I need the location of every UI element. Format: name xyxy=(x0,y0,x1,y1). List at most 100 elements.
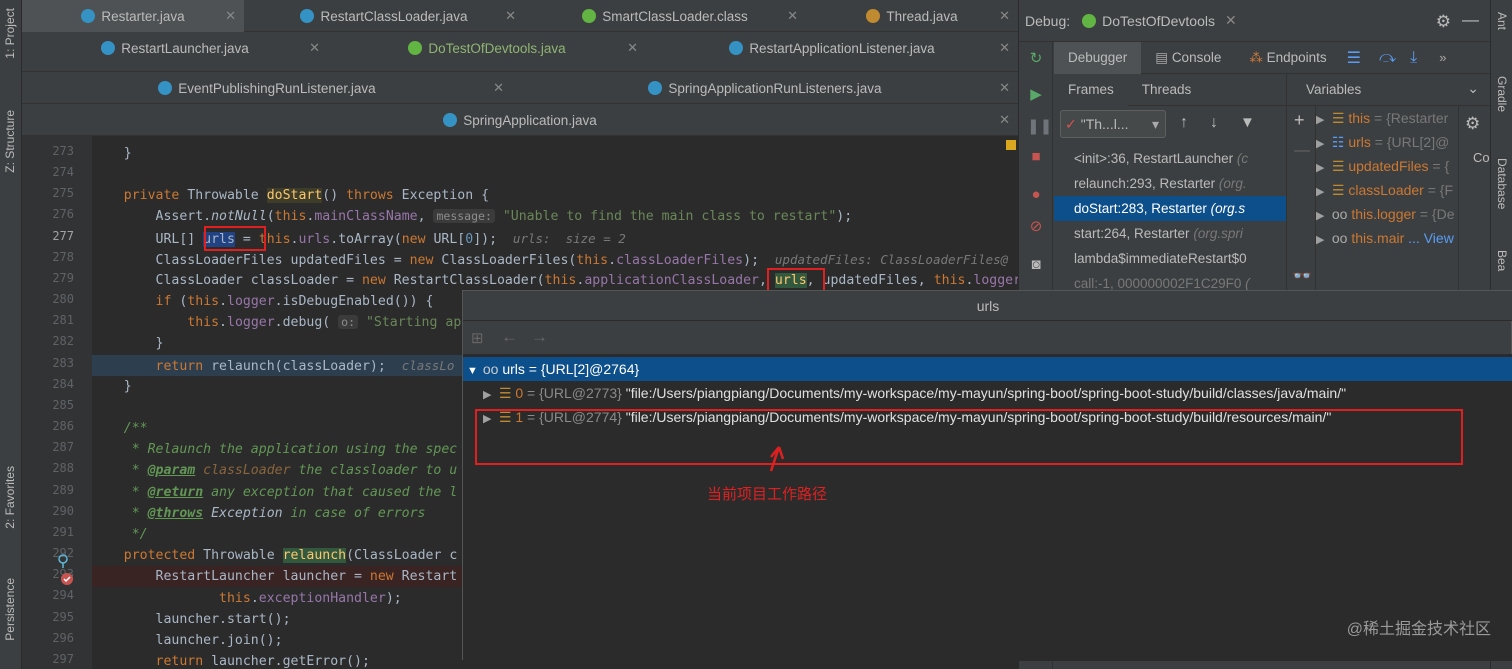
tab-debugger[interactable]: Debugger xyxy=(1054,41,1142,74)
arrow-down-icon[interactable]: ↓ xyxy=(1210,114,1218,132)
gear-icon[interactable]: ⚙ xyxy=(1465,114,1480,134)
back-arrow-icon[interactable]: ← xyxy=(501,327,518,347)
resume-icon[interactable]: ▶ xyxy=(1027,86,1045,104)
watch-icon: oo xyxy=(1331,206,1348,222)
project-tool-tab[interactable]: 1: Project xyxy=(3,8,17,59)
glasses-icon[interactable]: 👓 xyxy=(1292,266,1312,286)
tab-threads[interactable]: Threads xyxy=(1128,74,1206,106)
tree-item-row[interactable]: ▶ ☰ 0 = {URL@2773} "file:/Users/piangpia… xyxy=(463,381,1512,405)
step-over-icon[interactable]: ⤼ xyxy=(1379,49,1396,67)
highlight-box-url-items xyxy=(475,409,1463,465)
frames-list: ✓ "Th...l... ▾ ↑ ↓ ▼ <init>:36, RestartLau… xyxy=(1054,106,1286,306)
thread-select[interactable]: ✓ "Th...l... ▾ xyxy=(1060,110,1166,138)
close-icon[interactable]: ✕ xyxy=(225,8,236,24)
view-breakpoints-icon[interactable]: ● xyxy=(1027,186,1045,204)
java-class-icon xyxy=(101,41,116,55)
gradle-tool-tab[interactable]: Gradle xyxy=(1495,76,1509,112)
remove-watch-icon[interactable]: — xyxy=(1294,142,1310,160)
tab-restartapplicationlistener[interactable]: RestartApplicationListener.java ✕ xyxy=(646,32,1018,64)
close-icon[interactable]: ✕ xyxy=(999,80,1010,96)
expand-arrow-icon[interactable]: ▶ xyxy=(1316,204,1328,226)
close-icon[interactable]: ✕ xyxy=(787,8,798,24)
line-number: 277 xyxy=(52,229,74,243)
expand-arrow-icon[interactable]: ▶ xyxy=(1316,228,1328,250)
frame-item[interactable]: lambda$immediateRestart$0 xyxy=(1054,246,1286,271)
tab-restartlauncher[interactable]: RestartLauncher.java ✕ xyxy=(22,32,328,64)
pause-icon[interactable]: ❚❚ xyxy=(1027,118,1052,136)
arrow-up-icon[interactable]: ↑ xyxy=(1180,114,1188,132)
frames-subtabs: Frames Threads Variables ⌄ xyxy=(1054,73,1491,106)
close-icon[interactable]: ✕ xyxy=(999,112,1010,128)
expand-arrow-icon[interactable]: ▶ xyxy=(1316,132,1328,154)
close-icon[interactable]: ✕ xyxy=(1225,12,1237,29)
tab-frames[interactable]: Frames xyxy=(1054,73,1128,106)
expand-arrow-icon[interactable]: ▶ xyxy=(483,383,495,407)
tab-restarter[interactable]: Restarter.java ✕ xyxy=(22,0,244,32)
line-number: 282 xyxy=(52,334,74,348)
interface-icon xyxy=(582,9,597,23)
line-number: 289 xyxy=(52,483,74,497)
persistence-tool-tab[interactable]: Persistence xyxy=(3,578,17,641)
line-number: 288 xyxy=(52,461,74,475)
rerun-icon[interactable]: ↻ xyxy=(1027,50,1045,68)
tab-restartclassloader[interactable]: RestartClassLoader.java ✕ xyxy=(244,0,524,32)
tab-springapplicationrunlisteners[interactable]: SpringApplicationRunListeners.java ✕ xyxy=(512,72,1018,104)
tab-label: EventPublishingRunListener.java xyxy=(178,80,376,96)
line-number: 284 xyxy=(52,377,74,391)
ant-tool-tab[interactable]: Ant xyxy=(1495,12,1509,30)
close-icon[interactable]: ✕ xyxy=(505,8,516,24)
minimize-icon[interactable]: — xyxy=(1462,10,1479,30)
popup-toolbar: ⊞ ← → xyxy=(463,321,1512,355)
tab-thread[interactable]: Thread.java ✕ xyxy=(806,0,1018,32)
expand-arrow-icon[interactable]: ▶ xyxy=(1316,156,1328,178)
tab-eventpublishingrunlistener[interactable]: EventPublishingRunListener.java ✕ xyxy=(22,72,512,104)
step-into-icon[interactable]: ⤓ xyxy=(1410,49,1417,67)
tab-dotestofdevtools[interactable]: DoTestOfDevtools.java ✕ xyxy=(328,32,646,64)
stop-icon[interactable]: ■ xyxy=(1027,148,1045,166)
close-icon[interactable]: ✕ xyxy=(309,40,320,56)
add-watch-icon[interactable]: + xyxy=(1294,110,1305,131)
close-icon[interactable]: ✕ xyxy=(493,80,504,96)
filter-icon[interactable]: ▼ xyxy=(1240,114,1255,131)
collapse-arrow-icon[interactable]: ▼ xyxy=(467,359,479,383)
gear-icon[interactable]: ⚙ xyxy=(1436,12,1451,32)
debug-session-tab[interactable]: DoTestOfDevtools ✕ xyxy=(1082,12,1237,29)
expand-arrow-icon[interactable]: ▶ xyxy=(1316,108,1328,130)
close-icon[interactable]: ✕ xyxy=(999,8,1010,24)
chevron-down-icon[interactable]: ⌄ xyxy=(1467,80,1479,97)
breakpoint-icon[interactable] xyxy=(60,572,74,586)
java-class-icon xyxy=(81,9,96,23)
pin-icon[interactable]: ⊞ xyxy=(471,329,484,347)
java-class-icon xyxy=(158,81,173,95)
close-icon[interactable]: ✕ xyxy=(999,40,1010,56)
tab-springapplication[interactable]: SpringApplication.java ✕ xyxy=(22,104,1018,136)
code-line: ClassLoaderFiles updatedFiles = new Clas… xyxy=(155,252,1009,268)
expand-arrow-icon[interactable]: ▶ xyxy=(1316,180,1328,202)
frame-item[interactable]: <init>:36, RestartLauncher (c xyxy=(1054,146,1286,171)
close-icon[interactable]: ✕ xyxy=(627,40,638,56)
popup-title: urls xyxy=(463,291,1512,321)
watch-icon: oo xyxy=(482,361,499,377)
more-icon[interactable]: » xyxy=(1439,50,1446,65)
forward-arrow-icon[interactable]: → xyxy=(531,327,548,347)
mute-breakpoints-icon[interactable]: ⊘ xyxy=(1027,218,1045,236)
tab-smartclassloader[interactable]: SmartClassLoader.class ✕ xyxy=(524,0,806,32)
frame-item[interactable]: relaunch:293, Restarter (org. xyxy=(1054,171,1286,196)
layout-icon[interactable]: ☰ xyxy=(1347,48,1361,68)
tab-console[interactable]: ▤ Console xyxy=(1141,42,1235,74)
frame-item-selected[interactable]: doStart:283, Restarter (org.s xyxy=(1054,196,1286,221)
tab-label: Thread.java xyxy=(886,8,958,24)
favorites-tool-tab[interactable]: 2: Favorites xyxy=(3,466,17,529)
warning-marker-icon[interactable] xyxy=(1006,140,1016,150)
tab-label: Console xyxy=(1171,49,1222,65)
structure-tool-tab[interactable]: Z: Structure xyxy=(3,110,17,173)
tree-root-row[interactable]: ▼ oo urls = {URL[2]@2764} xyxy=(463,357,1512,381)
bean-tool-tab[interactable]: Bea xyxy=(1495,250,1509,271)
java-class-icon xyxy=(300,9,315,23)
database-tool-tab[interactable]: Database xyxy=(1495,158,1509,209)
tab-endpoints[interactable]: ⁂ Endpoints xyxy=(1235,42,1340,74)
camera-icon[interactable]: ◙ xyxy=(1027,256,1045,274)
watch-icon: oo xyxy=(1331,230,1348,246)
frame-item[interactable]: start:264, Restarter (org.spri xyxy=(1054,221,1286,246)
override-icon[interactable] xyxy=(58,554,70,568)
